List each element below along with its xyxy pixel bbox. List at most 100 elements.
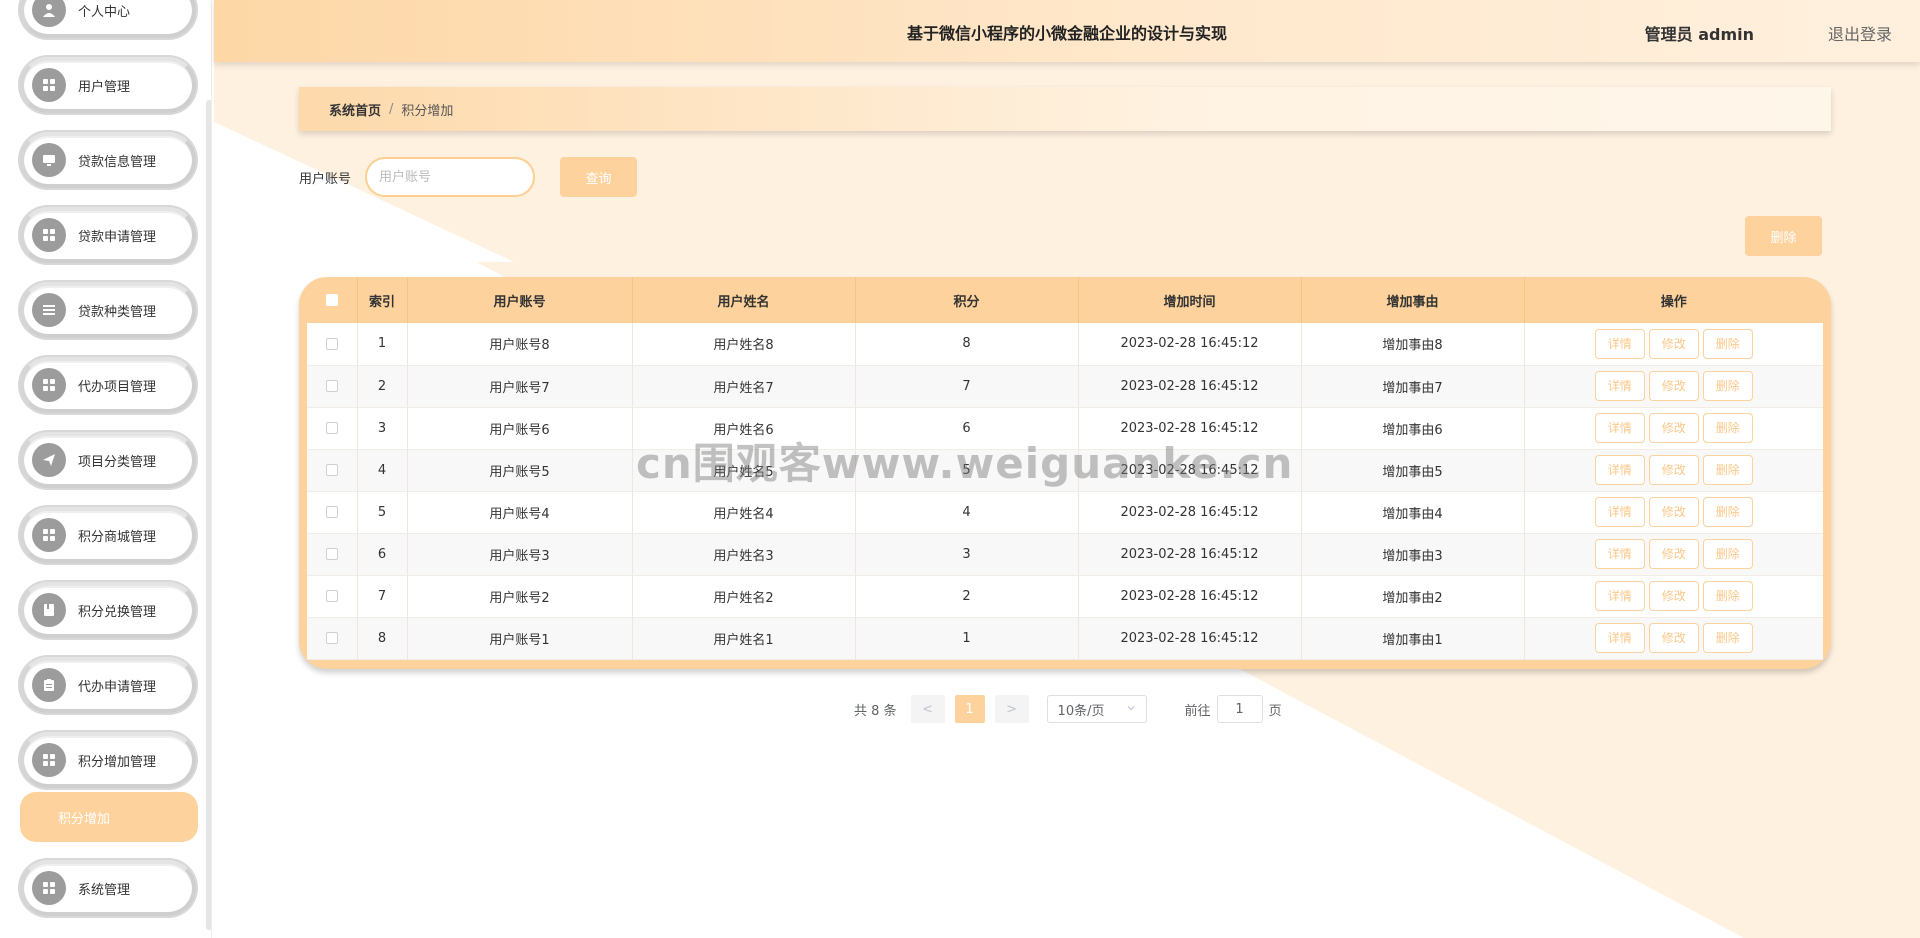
cell-time: 2023-02-28 16:45:12 (1078, 365, 1302, 408)
row-checkbox[interactable] (325, 548, 338, 560)
pagination-total: 共 8 条 (854, 703, 897, 719)
cell-account: 用户账号3 (407, 533, 633, 576)
list-icon (32, 293, 66, 327)
detail-button[interactable]: 详情 (1594, 623, 1645, 653)
edit-button[interactable]: 修改 (1648, 371, 1699, 401)
sidebar-item-loan-type[interactable]: 贷款种类管理 (18, 280, 198, 340)
cell-name: 用户姓名3 (632, 533, 856, 576)
delete-button[interactable]: 删除 (1702, 413, 1753, 443)
cell-time: 2023-02-28 16:45:12 (1078, 617, 1302, 660)
edit-button[interactable]: 修改 (1648, 413, 1699, 443)
breadcrumb-current: 积分增加 (401, 103, 454, 119)
edit-button[interactable]: 修改 (1648, 623, 1699, 653)
cell-index: 3 (357, 407, 408, 450)
row-checkbox[interactable] (325, 464, 338, 476)
column-header-account: 用户账号 (407, 277, 633, 323)
book-icon (32, 593, 66, 627)
cell-reason: 增加事由1 (1301, 617, 1525, 660)
table-row: 8 用户账号1 用户姓名1 1 2023-02-28 16:45:12 增加事由… (307, 617, 1823, 660)
row-checkbox[interactable] (325, 337, 338, 350)
cell-account: 用户账号5 (407, 449, 633, 492)
data-table: 索引 用户账号 用户姓名 积分 增加时间 增加事由 操作 1 用户账号8 用户姓… (299, 277, 1831, 669)
breadcrumb-home[interactable]: 系统首页 (329, 100, 381, 119)
cell-name: 用户姓名4 (632, 491, 856, 534)
delete-button[interactable]: 删除 (1702, 455, 1753, 485)
edit-button[interactable]: 修改 (1648, 581, 1699, 611)
grid-icon (32, 218, 66, 252)
detail-button[interactable]: 详情 (1594, 455, 1645, 485)
page-number-button[interactable]: 1 (954, 695, 985, 723)
grid-icon (32, 871, 66, 905)
cell-account: 用户账号8 (407, 323, 633, 366)
edit-button[interactable]: 修改 (1648, 539, 1699, 569)
edit-button[interactable]: 修改 (1648, 455, 1699, 485)
sidebar-item-label: 积分兑换管理 (78, 604, 157, 620)
detail-button[interactable]: 详情 (1594, 581, 1645, 611)
sidebar-item-points-mall[interactable]: 积分商城管理 (18, 505, 198, 565)
table-row: 1 用户账号8 用户姓名8 8 2023-02-28 16:45:12 增加事由… (307, 323, 1823, 366)
sidebar-item-label: 个人中心 (78, 4, 131, 20)
logout-link[interactable]: 退出登录 (1828, 21, 1892, 45)
sidebar-item-profile[interactable]: 个人中心 (18, 0, 198, 40)
breadcrumb-separator: / (389, 101, 394, 117)
sidebar-item-loan-apply[interactable]: 贷款申请管理 (18, 205, 198, 265)
sidebar-item-users[interactable]: 用户管理 (18, 55, 198, 115)
row-checkbox[interactable] (325, 590, 338, 602)
sidebar-item-system[interactable]: 系统管理 (18, 858, 198, 918)
edit-button[interactable]: 修改 (1648, 497, 1699, 527)
column-header-name: 用户姓名 (632, 277, 856, 323)
row-checkbox[interactable] (325, 506, 338, 518)
row-checkbox[interactable] (325, 632, 338, 644)
sidebar-item-points-exchange[interactable]: 积分兑换管理 (18, 580, 198, 640)
batch-delete-button[interactable]: 删除 (1745, 216, 1822, 256)
next-page-button[interactable]: > (994, 695, 1029, 723)
edit-button[interactable]: 修改 (1648, 328, 1699, 359)
cell-index: 1 (357, 323, 408, 366)
delete-button[interactable]: 删除 (1702, 539, 1753, 569)
sidebar-item-label: 代办申请管理 (78, 679, 157, 695)
cell-points: 3 (855, 533, 1079, 576)
pagination: 共 8 条 < 1 > 10条/页 前往 页 (854, 695, 1282, 723)
detail-button[interactable]: 详情 (1594, 539, 1645, 569)
cell-points: 2 (855, 575, 1079, 618)
delete-button[interactable]: 删除 (1702, 581, 1753, 611)
prev-page-button[interactable]: < (910, 695, 945, 723)
sidebar-item-label: 贷款申请管理 (78, 229, 157, 245)
cell-time: 2023-02-28 16:45:12 (1078, 323, 1302, 366)
cell-points: 7 (855, 365, 1079, 408)
chevron-down-icon (1126, 702, 1136, 717)
sidebar-item-project-category[interactable]: 项目分类管理 (18, 430, 198, 490)
sidebar-item-points-add[interactable]: 积分增加管理 (18, 730, 198, 790)
detail-button[interactable]: 详情 (1594, 328, 1645, 359)
row-checkbox[interactable] (325, 422, 338, 434)
sidebar-item-agent-project[interactable]: 代办项目管理 (18, 355, 198, 415)
delete-button[interactable]: 删除 (1702, 497, 1753, 527)
detail-button[interactable]: 详情 (1594, 371, 1645, 401)
detail-button[interactable]: 详情 (1594, 497, 1645, 527)
delete-button[interactable]: 删除 (1702, 623, 1753, 653)
search-button[interactable]: 查询 (560, 157, 637, 197)
delete-button[interactable]: 删除 (1702, 371, 1753, 401)
grid-icon (32, 68, 66, 102)
goto-page-input[interactable] (1216, 695, 1263, 723)
page-size-select[interactable]: 10条/页 (1046, 695, 1147, 723)
submenu-item-label: 积分增加 (58, 811, 111, 827)
search-input[interactable] (365, 157, 535, 197)
sidebar-item-agent-apply[interactable]: 代办申请管理 (18, 655, 198, 715)
goto-label: 前往 (1184, 703, 1211, 719)
detail-button[interactable]: 详情 (1594, 413, 1645, 443)
submenu-item-points-add[interactable]: 积分增加 (20, 792, 198, 842)
sidebar-item-label: 贷款信息管理 (78, 154, 157, 170)
user-icon (32, 0, 66, 27)
cell-reason: 增加事由4 (1301, 491, 1525, 534)
cell-time: 2023-02-28 16:45:12 (1078, 533, 1302, 576)
sidebar-scrollbar[interactable] (206, 100, 211, 930)
sidebar-item-loan-info[interactable]: 贷款信息管理 (18, 130, 198, 190)
search-label: 用户账号 (299, 172, 352, 187)
cell-points: 5 (855, 449, 1079, 492)
delete-button[interactable]: 删除 (1702, 328, 1753, 359)
cell-points: 8 (855, 323, 1079, 366)
row-checkbox[interactable] (325, 380, 338, 392)
select-all-checkbox[interactable] (325, 294, 338, 306)
column-header-reason: 增加事由 (1301, 277, 1525, 323)
